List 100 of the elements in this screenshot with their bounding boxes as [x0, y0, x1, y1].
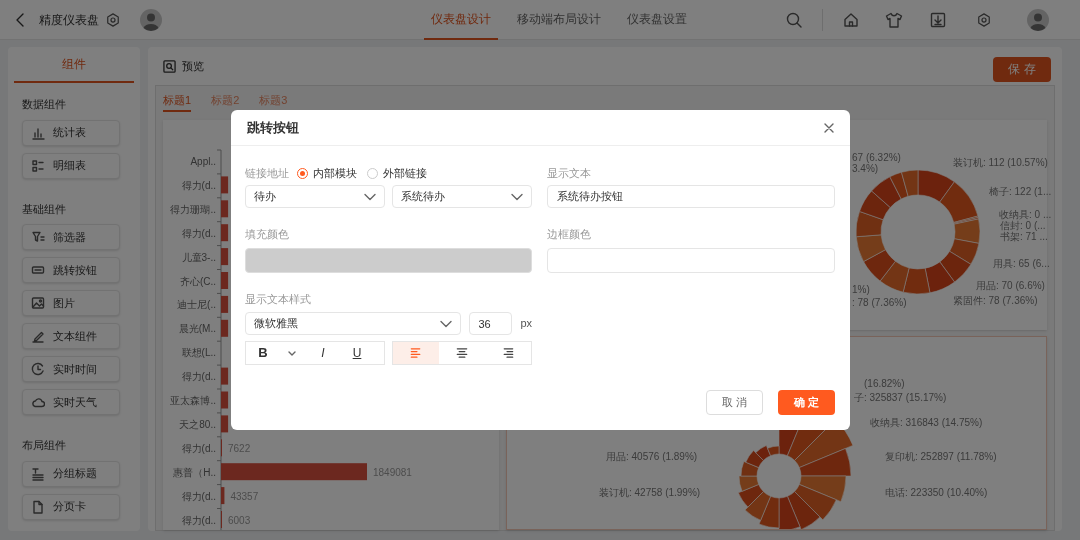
header-tab[interactable]: 移动端布局设计 — [510, 0, 608, 40]
dropdown[interactable]: 系统待办 — [392, 185, 532, 208]
category-label: 儿童3-.. — [181, 251, 216, 263]
category-label: 惠普（H.. — [173, 466, 216, 478]
slice-label: 3.4%) — [852, 163, 879, 174]
color-field[interactable] — [547, 247, 835, 273]
rose-sector — [738, 484, 764, 508]
slice-label: 子: 325837 (15.17%) — [854, 392, 947, 404]
sidebar-tab[interactable]: 组件 — [14, 47, 134, 83]
slice-label: 67 (6.32%) — [852, 152, 901, 163]
category-label: 得力(d.. — [181, 227, 216, 239]
settings-icon[interactable] — [977, 13, 991, 27]
radio-option[interactable]: 内部模块 — [297, 165, 357, 182]
avatar-icon[interactable] — [140, 8, 162, 31]
bar — [221, 295, 229, 313]
category-label: 晨光(M.. — [178, 323, 216, 335]
component-item[interactable]: 文本组件 — [22, 323, 120, 349]
filter-icon — [31, 230, 45, 244]
preview-button[interactable]: 预览 — [163, 57, 204, 75]
category-label: 迪士尼(.. — [177, 299, 216, 311]
search-icon[interactable] — [786, 12, 802, 28]
category-label: 得力(d.. — [181, 514, 216, 526]
section-heading: 数据组件 — [22, 97, 67, 112]
heading-icon — [31, 466, 45, 481]
bar — [221, 391, 229, 409]
align-center-icon — [455, 346, 469, 360]
component-item[interactable]: 明细表 — [22, 152, 120, 179]
slice-label: 1%) — [852, 284, 870, 295]
component-item[interactable]: 图片 — [22, 290, 120, 316]
caret-icon[interactable] — [288, 350, 296, 356]
component-item[interactable]: 统计表 — [22, 119, 120, 146]
italic-button[interactable]: I — [306, 342, 340, 364]
bar — [221, 319, 229, 337]
settings-icon[interactable] — [106, 12, 120, 27]
bar — [221, 248, 229, 266]
field-label: 边框颜色 — [547, 227, 592, 242]
cancel-button[interactable]: 取 消 — [706, 390, 763, 415]
category-label: 得力珊瑚.. — [170, 203, 216, 215]
donut-slice — [924, 261, 955, 294]
component-item[interactable]: 分页卡 — [22, 493, 120, 520]
align-left-button[interactable] — [393, 342, 439, 364]
dropdown[interactable]: 微软雅黑 — [245, 312, 462, 335]
slice-label: 紧固件: 78 (7.36%) — [953, 295, 1038, 306]
component-item[interactable]: 筛选器 — [22, 224, 120, 250]
header-tab[interactable]: 仪表盘设置 — [620, 0, 694, 40]
field-label: 链接地址 — [245, 166, 289, 182]
clock-icon — [31, 362, 45, 376]
color-swatch[interactable] — [245, 247, 532, 273]
category-label: 得力(d.. — [181, 490, 216, 502]
dropdown[interactable]: 待办 — [245, 185, 385, 208]
save-button[interactable]: 保 存 — [993, 56, 1051, 82]
pen-icon — [31, 329, 45, 343]
component-item[interactable]: 实时天气 — [22, 389, 120, 415]
component-item[interactable]: 实时时间 — [22, 356, 120, 382]
confirm-button[interactable]: 确 定 — [778, 390, 835, 415]
bar — [221, 487, 225, 505]
category-label: 亚太森博.. — [170, 395, 216, 406]
shirt-icon[interactable] — [885, 12, 903, 28]
rose-sector — [745, 450, 764, 468]
slice-label: 信封: 0 (... — [1000, 220, 1046, 231]
slice-label: 复印机: 252897 (11.78%) — [885, 451, 997, 463]
button-icon — [31, 263, 45, 277]
bold-button[interactable]: B — [246, 342, 280, 364]
category-label: 齐心(C.. — [179, 275, 216, 287]
dashboard-title: 精度仪表盘 — [39, 11, 99, 29]
close-icon[interactable] — [824, 122, 834, 133]
unit-label: px — [520, 316, 532, 332]
avatar-icon[interactable] — [1027, 9, 1049, 31]
canvas-tab[interactable]: 标题1 — [163, 91, 192, 112]
field-label: 显示文本 — [547, 166, 592, 181]
category-label: Appl.. — [190, 156, 216, 167]
radio-option[interactable]: 外部链接 — [367, 165, 427, 182]
bar — [221, 272, 229, 289]
download-icon[interactable] — [930, 12, 946, 28]
component-item[interactable]: 跳转按钮 — [22, 257, 120, 283]
category-label: 得力(d.. — [181, 179, 216, 191]
field-label: 填充颜色 — [245, 227, 290, 242]
component-item[interactable]: 分组标题 — [22, 460, 120, 487]
category-label: 联想(L.. — [181, 347, 216, 359]
align-left-icon — [409, 346, 423, 360]
header-tab[interactable]: 仪表盘设计 — [424, 0, 498, 40]
donut-slice — [855, 234, 886, 262]
back-icon[interactable] — [15, 11, 25, 28]
underline-button[interactable]: U — [340, 342, 374, 364]
align-right-icon — [501, 346, 515, 360]
size-input[interactable]: 36 — [469, 312, 513, 335]
slice-label: 电话: 223350 (10.40%) — [885, 487, 988, 499]
bar-chart-icon — [31, 125, 45, 140]
slice-label: : 78 (7.36%) — [852, 297, 907, 308]
donut-slice — [863, 249, 896, 282]
slice-label: 椅子: 122 (1... — [989, 186, 1052, 197]
page-icon — [31, 499, 45, 514]
home-icon[interactable] — [843, 12, 859, 28]
list-icon — [31, 158, 45, 173]
image-icon — [31, 296, 45, 310]
caret-icon — [511, 192, 523, 201]
bar — [221, 415, 229, 433]
category-label: 得力(d.. — [181, 442, 216, 454]
text-input[interactable]: 系统待办按钮 — [547, 185, 835, 208]
bar — [221, 200, 229, 218]
